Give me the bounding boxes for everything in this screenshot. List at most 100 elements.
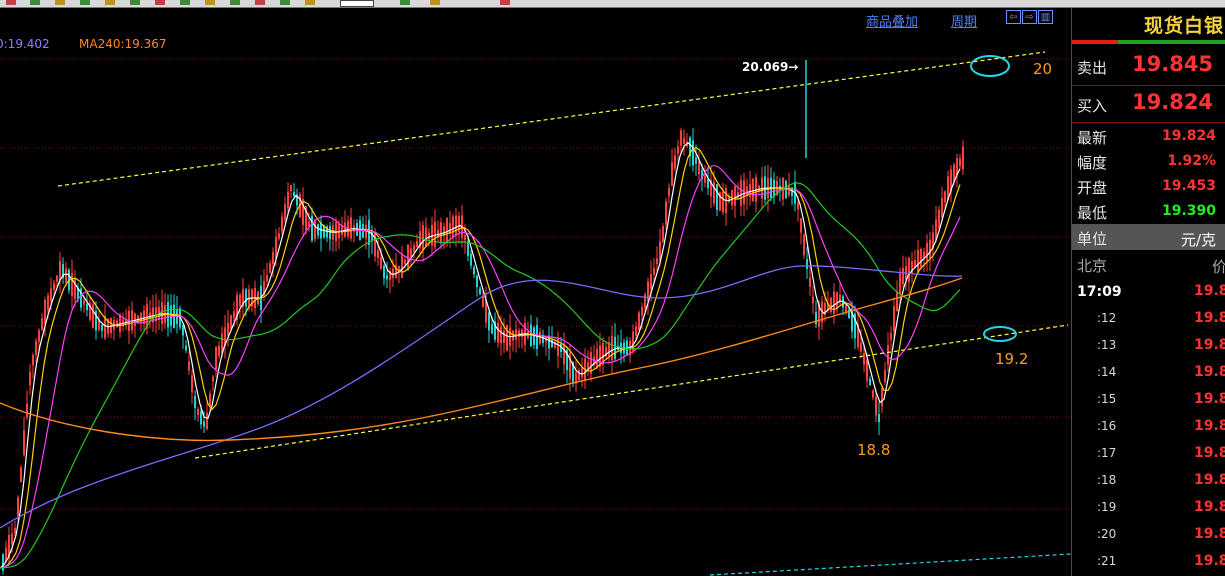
candle-body bbox=[110, 318, 112, 333]
candle-body bbox=[713, 181, 715, 204]
toolbar-selected-tab[interactable] bbox=[340, 0, 374, 7]
candle-body bbox=[194, 396, 196, 408]
toolbar-icon[interactable] bbox=[6, 0, 16, 5]
candle-body bbox=[887, 345, 889, 365]
candle-body bbox=[38, 330, 40, 342]
tick-row: :13 19.8 bbox=[1072, 333, 1225, 360]
candle-body bbox=[500, 326, 502, 343]
stat-value: 19.824 bbox=[1161, 128, 1216, 144]
candle-body bbox=[902, 267, 904, 285]
toolbar-icon[interactable] bbox=[105, 0, 115, 5]
candle-body bbox=[872, 390, 874, 398]
tick-row: :14 19.8 bbox=[1072, 360, 1225, 387]
ma5-line bbox=[0, 142, 961, 569]
toolbar-icon[interactable] bbox=[305, 0, 315, 5]
toolbar-icon[interactable] bbox=[130, 0, 140, 5]
candle-body bbox=[809, 277, 811, 287]
candle-body bbox=[656, 258, 658, 264]
toolbar-icon[interactable] bbox=[180, 0, 190, 5]
tick-row: :20 19.8 bbox=[1072, 522, 1225, 549]
candle-body bbox=[917, 250, 919, 272]
sell-quote-row[interactable]: 卖出 19.845 bbox=[1072, 50, 1225, 82]
candle-body bbox=[140, 312, 142, 324]
tick-row: :15 19.8 bbox=[1072, 387, 1225, 414]
candle-body bbox=[284, 204, 286, 220]
toolbar-icon[interactable] bbox=[205, 0, 215, 5]
high-price-label: 20.069→ bbox=[742, 60, 798, 74]
tick-row: :18 19.8 bbox=[1072, 468, 1225, 495]
toolbar-icon[interactable] bbox=[155, 0, 165, 5]
tick-time: :19 bbox=[1097, 500, 1117, 514]
candle-body bbox=[899, 273, 901, 295]
candle-body bbox=[836, 292, 838, 310]
kline-chart[interactable]: 20.069→ 20 19.2 18.8 0:19.402 MA240:19.367 … bbox=[0, 8, 1071, 576]
tick-row: :19 19.8 bbox=[1072, 495, 1225, 522]
toolbar-icon[interactable] bbox=[400, 0, 410, 5]
candle-body bbox=[464, 235, 466, 241]
candle-body bbox=[317, 224, 319, 236]
candle-body bbox=[755, 176, 757, 202]
toolbar-icon[interactable] bbox=[30, 0, 40, 5]
channel-lower bbox=[194, 324, 1069, 459]
candle-body bbox=[596, 348, 598, 369]
stat-row-change: 幅度 1.92% bbox=[1072, 149, 1225, 174]
candle-body bbox=[503, 330, 505, 344]
period-link[interactable]: 周期 bbox=[951, 11, 977, 30]
candle-body bbox=[281, 216, 283, 232]
ma-readout-ma240: MA240:19.367 bbox=[79, 37, 167, 51]
kline-chart-canvas[interactable]: 20.069→ 20 19.2 18.8 bbox=[0, 8, 1071, 576]
candle-body bbox=[869, 378, 871, 386]
stat-value: 19.453 bbox=[1161, 178, 1216, 194]
buy-quote-row[interactable]: 买入 19.824 bbox=[1072, 88, 1225, 120]
toolbar-icon[interactable] bbox=[255, 0, 265, 5]
buy-label: 买入 bbox=[1077, 97, 1108, 115]
candle-body bbox=[377, 250, 379, 258]
toolbar-icon[interactable] bbox=[430, 0, 440, 5]
candle-body bbox=[56, 275, 58, 282]
candle-body bbox=[383, 265, 385, 279]
candle-body bbox=[614, 336, 616, 360]
candle-body bbox=[881, 387, 883, 407]
stat-value: 1.92% bbox=[1167, 153, 1216, 169]
candle-body bbox=[488, 312, 490, 331]
tick-price: 19.8 bbox=[1194, 283, 1225, 299]
candle-body bbox=[209, 393, 211, 407]
toolbar-icon[interactable] bbox=[280, 0, 290, 5]
candle-body bbox=[404, 259, 406, 265]
candle-body bbox=[962, 146, 964, 170]
toolbar-icon[interactable] bbox=[230, 0, 240, 5]
candle-body bbox=[662, 226, 664, 242]
candle-body bbox=[413, 245, 415, 252]
price-column-header: 价 bbox=[1212, 258, 1225, 276]
layout-toggle-button[interactable]: ▥ bbox=[1038, 10, 1053, 24]
candle-body bbox=[650, 274, 652, 289]
candle-body bbox=[65, 268, 67, 283]
toolbar-icon[interactable] bbox=[80, 0, 90, 5]
toolbar-icon[interactable] bbox=[55, 0, 65, 5]
candle-body bbox=[215, 346, 217, 370]
candle-body bbox=[920, 248, 922, 268]
candle-body bbox=[161, 302, 163, 324]
candle-body bbox=[17, 497, 19, 517]
candle-body bbox=[218, 345, 220, 356]
toolbar-icon[interactable] bbox=[500, 0, 510, 5]
scroll-right-button[interactable]: ⇨ bbox=[1022, 10, 1037, 24]
candle-body bbox=[665, 201, 667, 225]
candle-body bbox=[536, 325, 538, 349]
candle-body bbox=[26, 403, 28, 418]
candle-body bbox=[578, 369, 580, 381]
candle-body bbox=[170, 305, 172, 326]
tick-price: 19.8 bbox=[1194, 337, 1225, 353]
scroll-left-button[interactable]: ⇦ bbox=[1006, 10, 1021, 24]
candle-body bbox=[245, 289, 247, 307]
candle-body bbox=[647, 281, 649, 302]
candle-body bbox=[29, 372, 31, 386]
tick-time: :18 bbox=[1097, 473, 1117, 487]
candle-body bbox=[800, 218, 802, 233]
tick-time: :16 bbox=[1097, 419, 1117, 433]
overlay-commodity-link[interactable]: 商品叠加 bbox=[866, 11, 918, 30]
candle-body bbox=[269, 263, 271, 273]
candle-body bbox=[428, 232, 430, 240]
candle-body bbox=[266, 275, 268, 281]
candle-body bbox=[83, 300, 85, 305]
